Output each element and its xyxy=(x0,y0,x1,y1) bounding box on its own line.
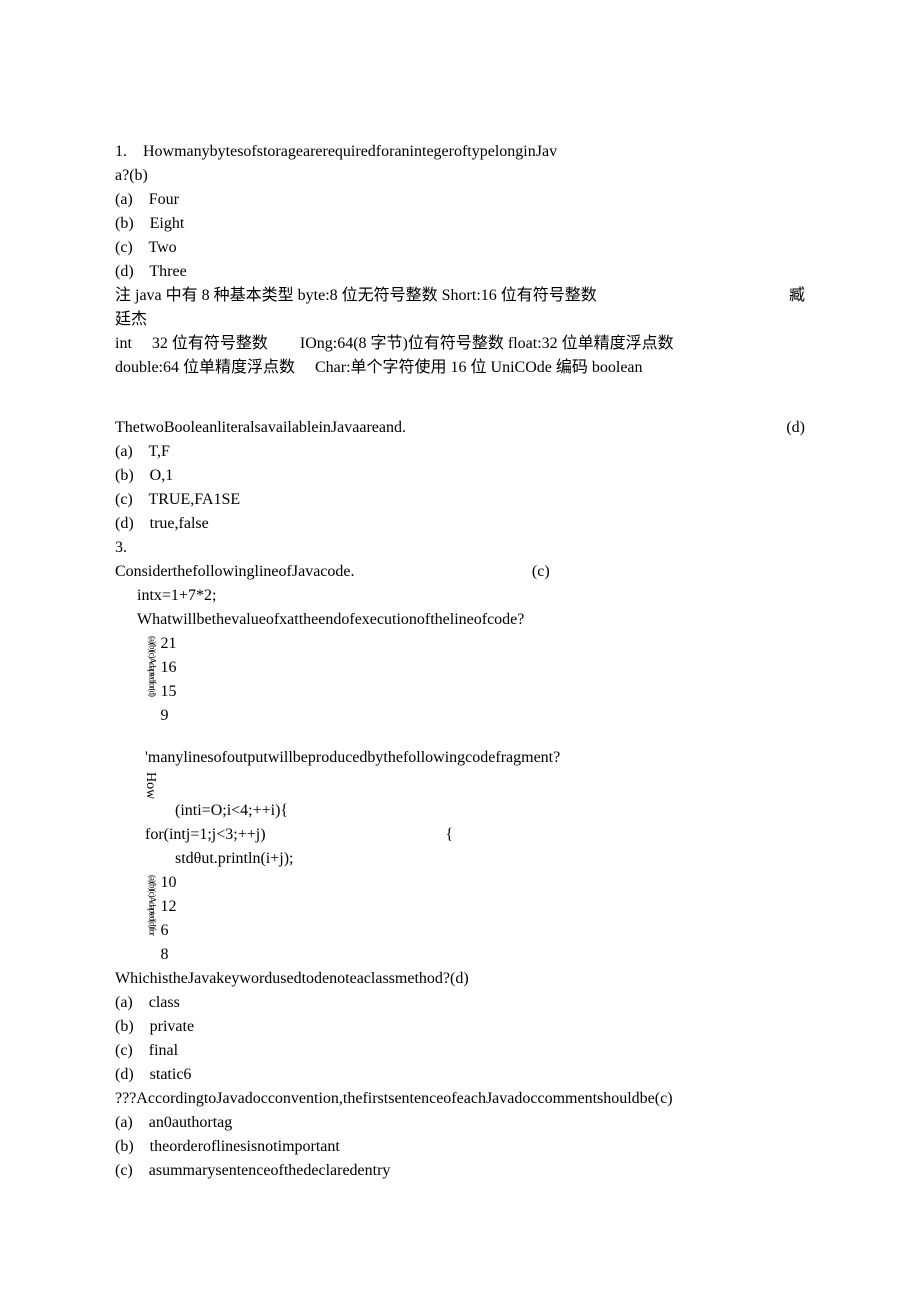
q1-note2: 廷杰 xyxy=(115,308,805,332)
q3-answer: (c) xyxy=(502,560,550,584)
q4-code3: stdθut.println(i+j); xyxy=(115,847,805,871)
q4-options-block: (a)(b)(c)Adapted(d)for 10 12 6 8 xyxy=(115,871,805,967)
q3-stem-row: ConsiderthefollowinglineofJavacode. (c) xyxy=(115,560,550,584)
q2-option-a: (a) T,F xyxy=(115,440,805,464)
q3-number: 3. xyxy=(115,536,805,560)
q3-code: intx=1+7*2; xyxy=(115,584,805,608)
question-6: ???AccordingtoJavadocconvention,thefirst… xyxy=(115,1087,805,1183)
q1-note1-text: 注 java 中有 8 种基本类型 byte:8 位无符号整数 Short:16… xyxy=(115,284,759,308)
q3-options-block: (a)(b)(c)Adaptedfor(d) 21 16 15 9 xyxy=(115,632,805,728)
q6-option-a: (a) an0authortag xyxy=(115,1111,805,1135)
q3-option-3: 15 xyxy=(161,680,177,704)
q2-stem-row: ThetwoBooleanliteralsavailableinJavaarea… xyxy=(115,416,805,440)
q6-option-c: (c) asummarysentenceofthedeclaredentry xyxy=(115,1159,805,1183)
q1-note1-right: 臧 xyxy=(759,284,805,308)
q6-option-b: (b) theorderoflinesisnotimportant xyxy=(115,1135,805,1159)
q3-stem: ConsiderthefollowinglineofJavacode. xyxy=(115,560,502,584)
q3-option-4: 9 xyxy=(161,704,177,728)
q4-option-1: 10 xyxy=(161,871,177,895)
q4-code2-row: for(intj=1;j<3;++j) { xyxy=(115,823,805,847)
q5-option-c: (c) final xyxy=(115,1039,805,1063)
q1-stem-line1: 1. Howmanybytesofstoragearerequiredforan… xyxy=(115,140,805,164)
q6-stem: ???AccordingtoJavadocconvention,thefirst… xyxy=(115,1087,805,1111)
q4-option-4: 8 xyxy=(161,943,177,967)
q2-option-d: (d) true,false xyxy=(115,512,805,536)
q2-answer: (d) xyxy=(756,416,805,440)
q1-option-d: (d) Three xyxy=(115,260,805,284)
q2-stem: ThetwoBooleanliteralsavailableinJavaarea… xyxy=(115,416,756,440)
question-5: WhichistheJavakeywordusedtodenoteaclassm… xyxy=(115,967,805,1087)
q1-option-c: (c) Two xyxy=(115,236,805,260)
q3-vertical-label: (a)(b)(c)Adaptedfor(d) xyxy=(115,632,161,696)
q1-option-b: (b) Eight xyxy=(115,212,805,236)
q3-option-1: 21 xyxy=(161,632,177,656)
q1-note-line1: 注 java 中有 8 种基本类型 byte:8 位无符号整数 Short:16… xyxy=(115,284,805,308)
question-4: 'manylinesofoutputwillbeproducedbythefol… xyxy=(115,746,805,967)
q2-option-c: (c) TRUE,FA1SE xyxy=(115,488,805,512)
q1-option-a: (a) Four xyxy=(115,188,805,212)
q4-option-2: 12 xyxy=(161,895,177,919)
q4-vertical-how: How xyxy=(115,770,157,799)
q1-note3: int 32 位有符号整数 IOng:64(8 字节)位有符号整数 float:… xyxy=(115,332,805,356)
q2-option-b: (b) O,1 xyxy=(115,464,805,488)
question-3: 3. ConsiderthefollowinglineofJavacode. (… xyxy=(115,536,805,728)
q5-option-d: (d) static6 xyxy=(115,1063,805,1087)
q4-stem: 'manylinesofoutputwillbeproducedbythefol… xyxy=(115,746,805,770)
q1-note4: double:64 位单精度浮点数 Char:单个字符使用 16 位 UniCO… xyxy=(115,356,805,380)
q3-option-2: 16 xyxy=(161,656,177,680)
question-2: ThetwoBooleanliteralsavailableinJavaarea… xyxy=(115,416,805,536)
q5-option-b: (b) private xyxy=(115,1015,805,1039)
q4-code1: (inti=O;i<4;++i){ xyxy=(115,799,805,823)
q3-subquestion: Whatwillbethevalueofxattheendofexecution… xyxy=(115,608,805,632)
question-1: 1. Howmanybytesofstoragearerequiredforan… xyxy=(115,140,805,380)
q4-option-3: 6 xyxy=(161,919,177,943)
q5-stem: WhichistheJavakeywordusedtodenoteaclassm… xyxy=(115,967,805,991)
q4-brace: { xyxy=(266,823,454,847)
q4-code2: for(intj=1;j<3;++j) xyxy=(115,823,266,847)
q1-stem-line2: a?(b) xyxy=(115,164,805,188)
q4-vertical-label: (a)(b)(c)Adapted(d)for xyxy=(115,871,161,935)
q5-option-a: (a) class xyxy=(115,991,805,1015)
